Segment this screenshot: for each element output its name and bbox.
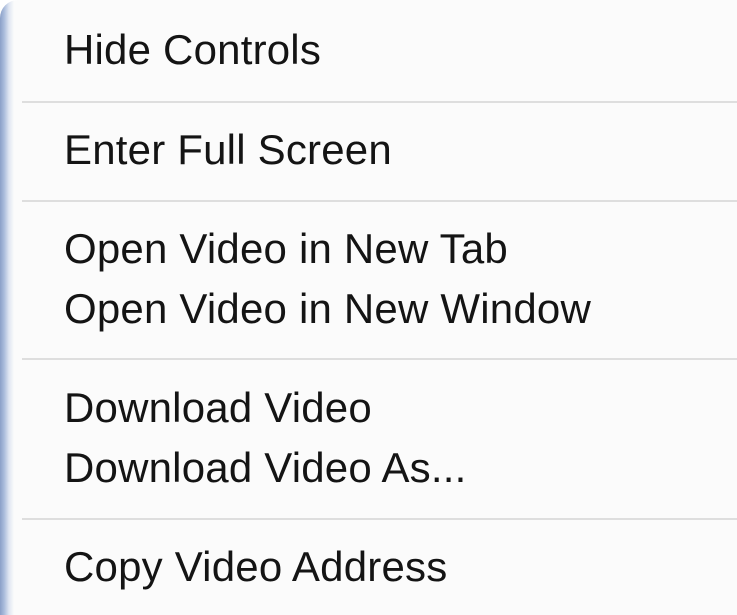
video-context-menu: Hide Controls Enter Full Screen Open Vid…	[0, 0, 737, 615]
menu-separator	[22, 358, 737, 360]
menu-item-download-video-as[interactable]: Download Video As...	[64, 444, 467, 492]
menu-separator	[22, 101, 737, 103]
menu-item-hide-controls[interactable]: Hide Controls	[64, 26, 321, 74]
menu-item-copy-video-address[interactable]: Copy Video Address	[64, 543, 447, 591]
menu-separator	[22, 200, 737, 202]
menu-separator	[22, 518, 737, 520]
menu-item-enter-full-screen[interactable]: Enter Full Screen	[64, 126, 392, 174]
menu-item-open-video-new-tab[interactable]: Open Video in New Tab	[64, 225, 508, 273]
menu-left-edge	[0, 0, 14, 615]
menu-item-download-video[interactable]: Download Video	[64, 384, 372, 432]
menu-item-open-video-new-window[interactable]: Open Video in New Window	[64, 285, 591, 333]
